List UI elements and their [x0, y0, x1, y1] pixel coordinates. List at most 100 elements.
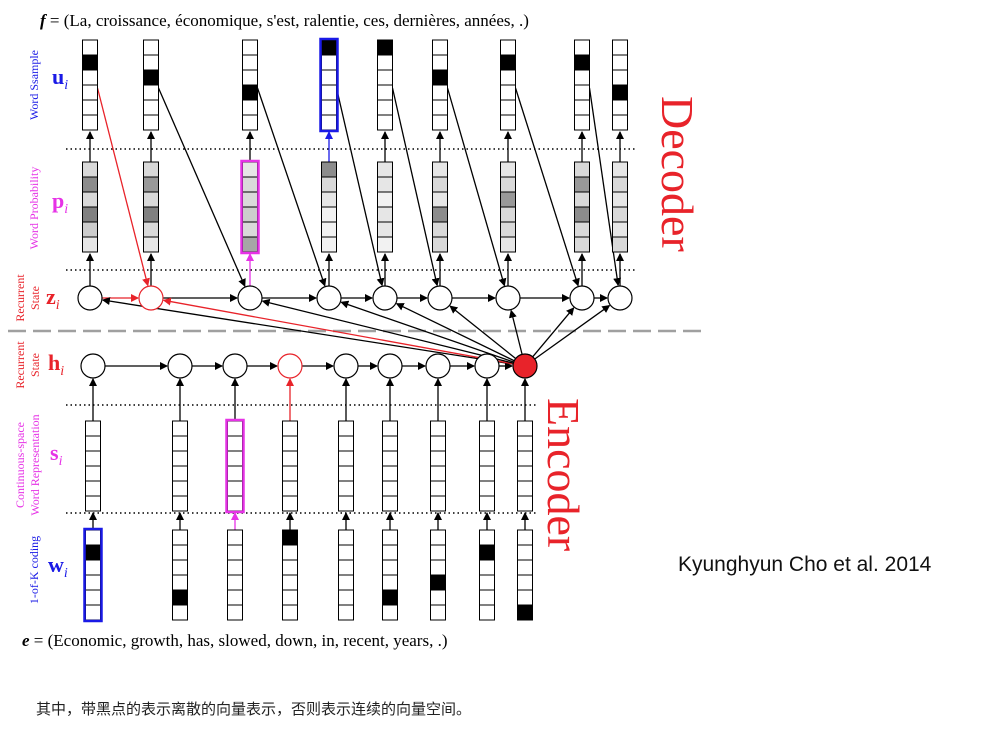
word-probability-vector-cell — [500, 191, 516, 208]
symbol-u-sub: i — [64, 78, 68, 93]
one-hot-vector-cell — [430, 529, 446, 546]
one-hot-vector-cell — [172, 574, 188, 591]
word-representation-vector-cell — [430, 495, 446, 512]
word-probability-vector — [500, 161, 516, 253]
symbol-u-main: u — [52, 64, 64, 89]
word-sample-vector — [574, 39, 590, 131]
one-hot-vector-cell — [227, 574, 243, 591]
word-representation-vector-cell — [479, 450, 495, 467]
word-sample-vector-cell — [377, 69, 393, 86]
one-hot-vector-cell — [338, 604, 354, 621]
word-probability-vector — [321, 161, 337, 253]
one-hot-vector-cell — [479, 589, 495, 606]
word-probability-vector-cell — [432, 191, 448, 208]
word-sample-vector-cell — [143, 84, 159, 101]
word-representation-vector-cell — [172, 465, 188, 482]
arrow-u-to-next-z — [335, 87, 385, 287]
word-representation-vector — [517, 420, 533, 512]
word-representation-vector — [338, 420, 354, 512]
one-hot-vector-cell — [85, 529, 101, 546]
word-probability-vector-cell — [143, 161, 159, 178]
word-probability-vector-cell — [500, 206, 516, 223]
symbol-w-sub: i — [64, 566, 68, 581]
one-hot-vector-cell — [172, 604, 188, 621]
word-sample-vector-cell — [432, 69, 448, 86]
word-probability-vector-cell — [377, 161, 393, 178]
word-probability-vector-cell — [143, 236, 159, 253]
one-hot-vector-cell — [479, 529, 495, 546]
word-sample-vector-cell — [321, 99, 337, 116]
word-sample-vector-cell — [574, 54, 590, 71]
word-sample-vector-cell — [432, 54, 448, 71]
word-probability-vector-cell — [500, 161, 516, 178]
word-sample-vector-cell — [612, 114, 628, 131]
word-sample-vector-cell — [574, 114, 590, 131]
decoder-state-node — [607, 285, 633, 311]
word-probability-vector-cell — [500, 176, 516, 193]
one-hot-vector — [430, 529, 446, 621]
word-representation-vector-cell — [517, 465, 533, 482]
word-representation-vector-cell — [85, 420, 101, 437]
word-representation-vector-cell — [172, 420, 188, 437]
word-sample-vector-cell — [321, 84, 337, 101]
one-hot-vector-cell — [479, 559, 495, 576]
word-representation-vector-cell — [338, 435, 354, 452]
word-sample-vector-cell — [574, 39, 590, 56]
word-probability-vector-cell — [143, 191, 159, 208]
decoder-title: Decoder — [652, 96, 703, 252]
label-decoder-state: State — [28, 286, 42, 310]
word-probability-vector-cell — [612, 161, 628, 178]
label-word-probability: Word Probability — [27, 167, 41, 250]
one-hot-vector — [517, 529, 533, 621]
one-hot-vector-cell — [382, 589, 398, 606]
one-hot-vector-cell — [338, 589, 354, 606]
arrow-summary-to-z — [534, 304, 611, 360]
encoder-decoder-diagram: f = (La, croissance, économique, s'est, … — [8, 11, 704, 650]
one-hot-vector-cell — [282, 589, 298, 606]
word-probability-vector-cell — [574, 191, 590, 208]
one-hot-vector-cell — [430, 604, 446, 621]
word-probability-vector-cell — [377, 176, 393, 193]
word-representation-vector-cell — [338, 495, 354, 512]
word-sample-vector — [242, 39, 258, 131]
word-sample-vector-cell — [143, 99, 159, 116]
word-probability-vector-cell — [612, 221, 628, 238]
one-hot-vector-cell — [517, 559, 533, 576]
word-probability-vector-cell — [321, 236, 337, 253]
word-sample-vector-cell — [500, 39, 516, 56]
word-representation-vector-cell — [517, 495, 533, 512]
label-encoder-state: State — [28, 353, 42, 377]
word-probability-vector-cell — [432, 176, 448, 193]
word-probability-vector-cell — [82, 191, 98, 208]
word-probability-vector-cell — [82, 176, 98, 193]
one-hot-vector-cell — [282, 529, 298, 546]
one-hot-vector-cell — [479, 544, 495, 561]
one-hot-vector — [282, 529, 298, 621]
word-sample-vector — [500, 39, 516, 131]
word-representation-vector-cell — [282, 420, 298, 437]
word-sample-vector-cell — [612, 69, 628, 86]
word-representation-vector-cell — [85, 495, 101, 512]
word-probability-vector-cell — [143, 221, 159, 238]
word-representation-vector-cell — [172, 435, 188, 452]
word-representation-vector-cell — [227, 465, 243, 482]
label-decoder-recurrent: Recurrent — [13, 274, 27, 322]
decoder-state-node — [569, 285, 595, 311]
one-hot-vector — [382, 529, 398, 621]
arrow-u-to-next-z — [514, 87, 580, 287]
word-representation-vector-cell — [382, 465, 398, 482]
word-probability-vector — [377, 161, 393, 253]
word-probability-vector-cell — [500, 221, 516, 238]
word-representation-vector-cell — [227, 480, 243, 497]
word-sample-vector-cell — [321, 114, 337, 131]
word-probability-vector-cell — [612, 176, 628, 193]
decoder-state-node — [138, 285, 164, 311]
arrow-summary-to-z — [508, 309, 523, 355]
word-representation-vector-cell — [430, 480, 446, 497]
label-continuous-space: Continuous-space — [13, 422, 27, 508]
word-probability-vector — [82, 161, 98, 253]
word-representation-vector-cell — [382, 495, 398, 512]
word-sample-vector-cell — [242, 99, 258, 116]
encoder-state-node — [222, 353, 248, 379]
word-sample-vector — [432, 39, 448, 131]
